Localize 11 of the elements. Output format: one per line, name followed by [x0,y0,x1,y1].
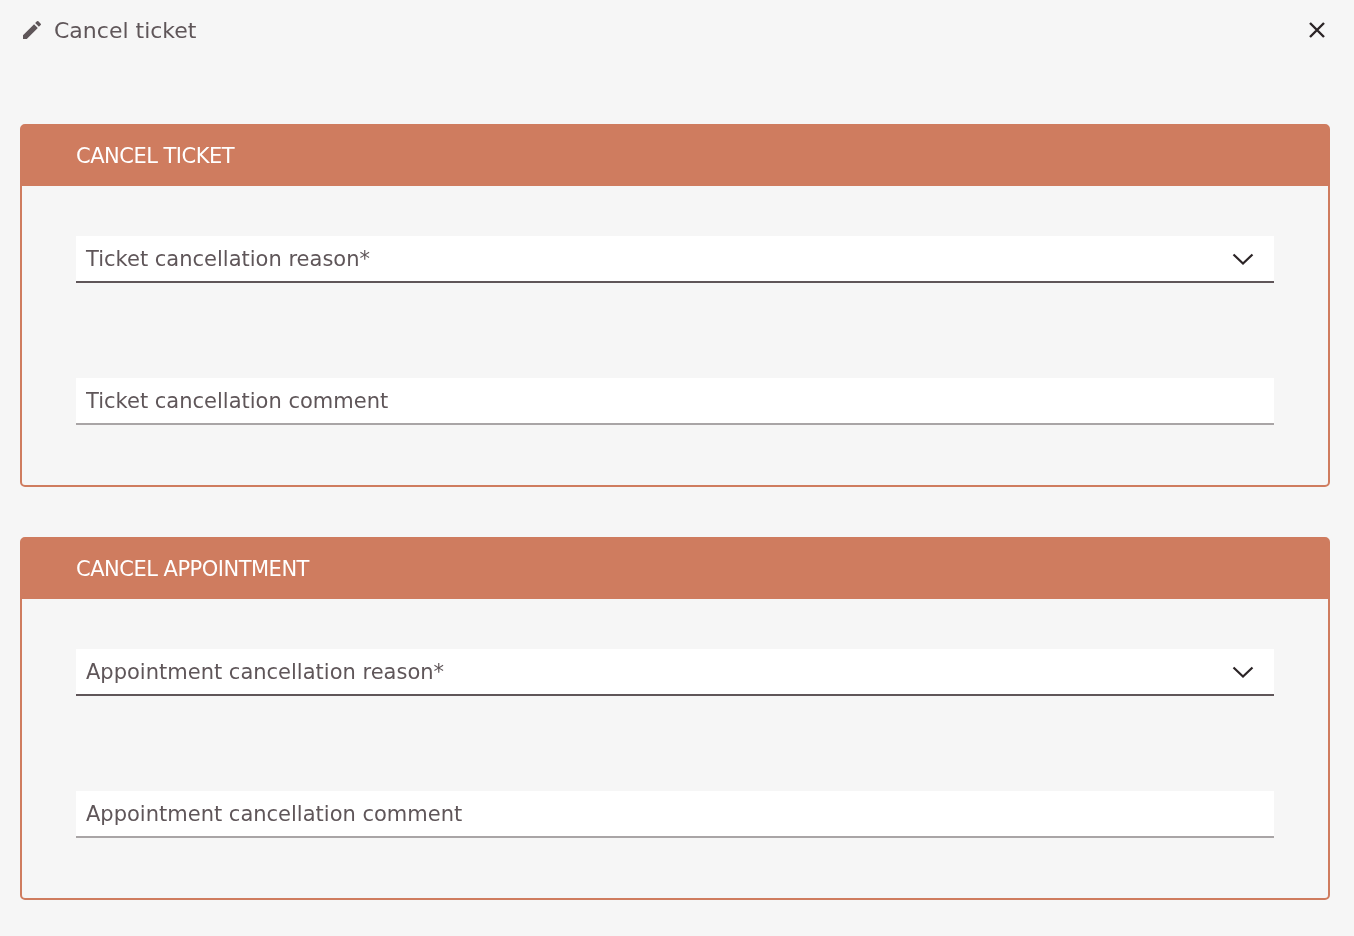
section-title: CANCEL APPOINTMENT [76,557,309,581]
dialog-title: Cancel ticket [54,17,198,43]
pencil-icon [20,18,44,42]
chevron-down-icon [1232,252,1254,265]
dropdown-field[interactable]: Appointment cancellation reason* [76,649,1274,696]
section-title: CANCEL TICKET [76,144,235,168]
input-field[interactable]: Ticket cancellation comment [76,378,1274,425]
chevron-down-icon [1232,665,1254,678]
close-icon [1308,21,1326,39]
dropdown-field[interactable]: Ticket cancellation reason* [76,236,1274,283]
input-field[interactable]: Appointment cancellation comment [76,791,1274,838]
